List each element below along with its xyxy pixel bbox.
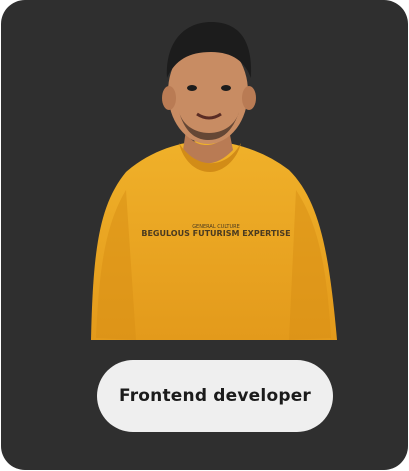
profile-photo: GENERAL CULTURE BEGULOUS FUTURISM EXPERT… [91,22,337,340]
profile-card: GENERAL CULTURE BEGULOUS FUTURISM EXPERT… [1,0,408,470]
role-label: Frontend developer [118,386,312,406]
role-badge[interactable]: Frontend developer [97,360,333,432]
shirt-print: BEGULOUS FUTURISM EXPERTISE [141,229,290,238]
